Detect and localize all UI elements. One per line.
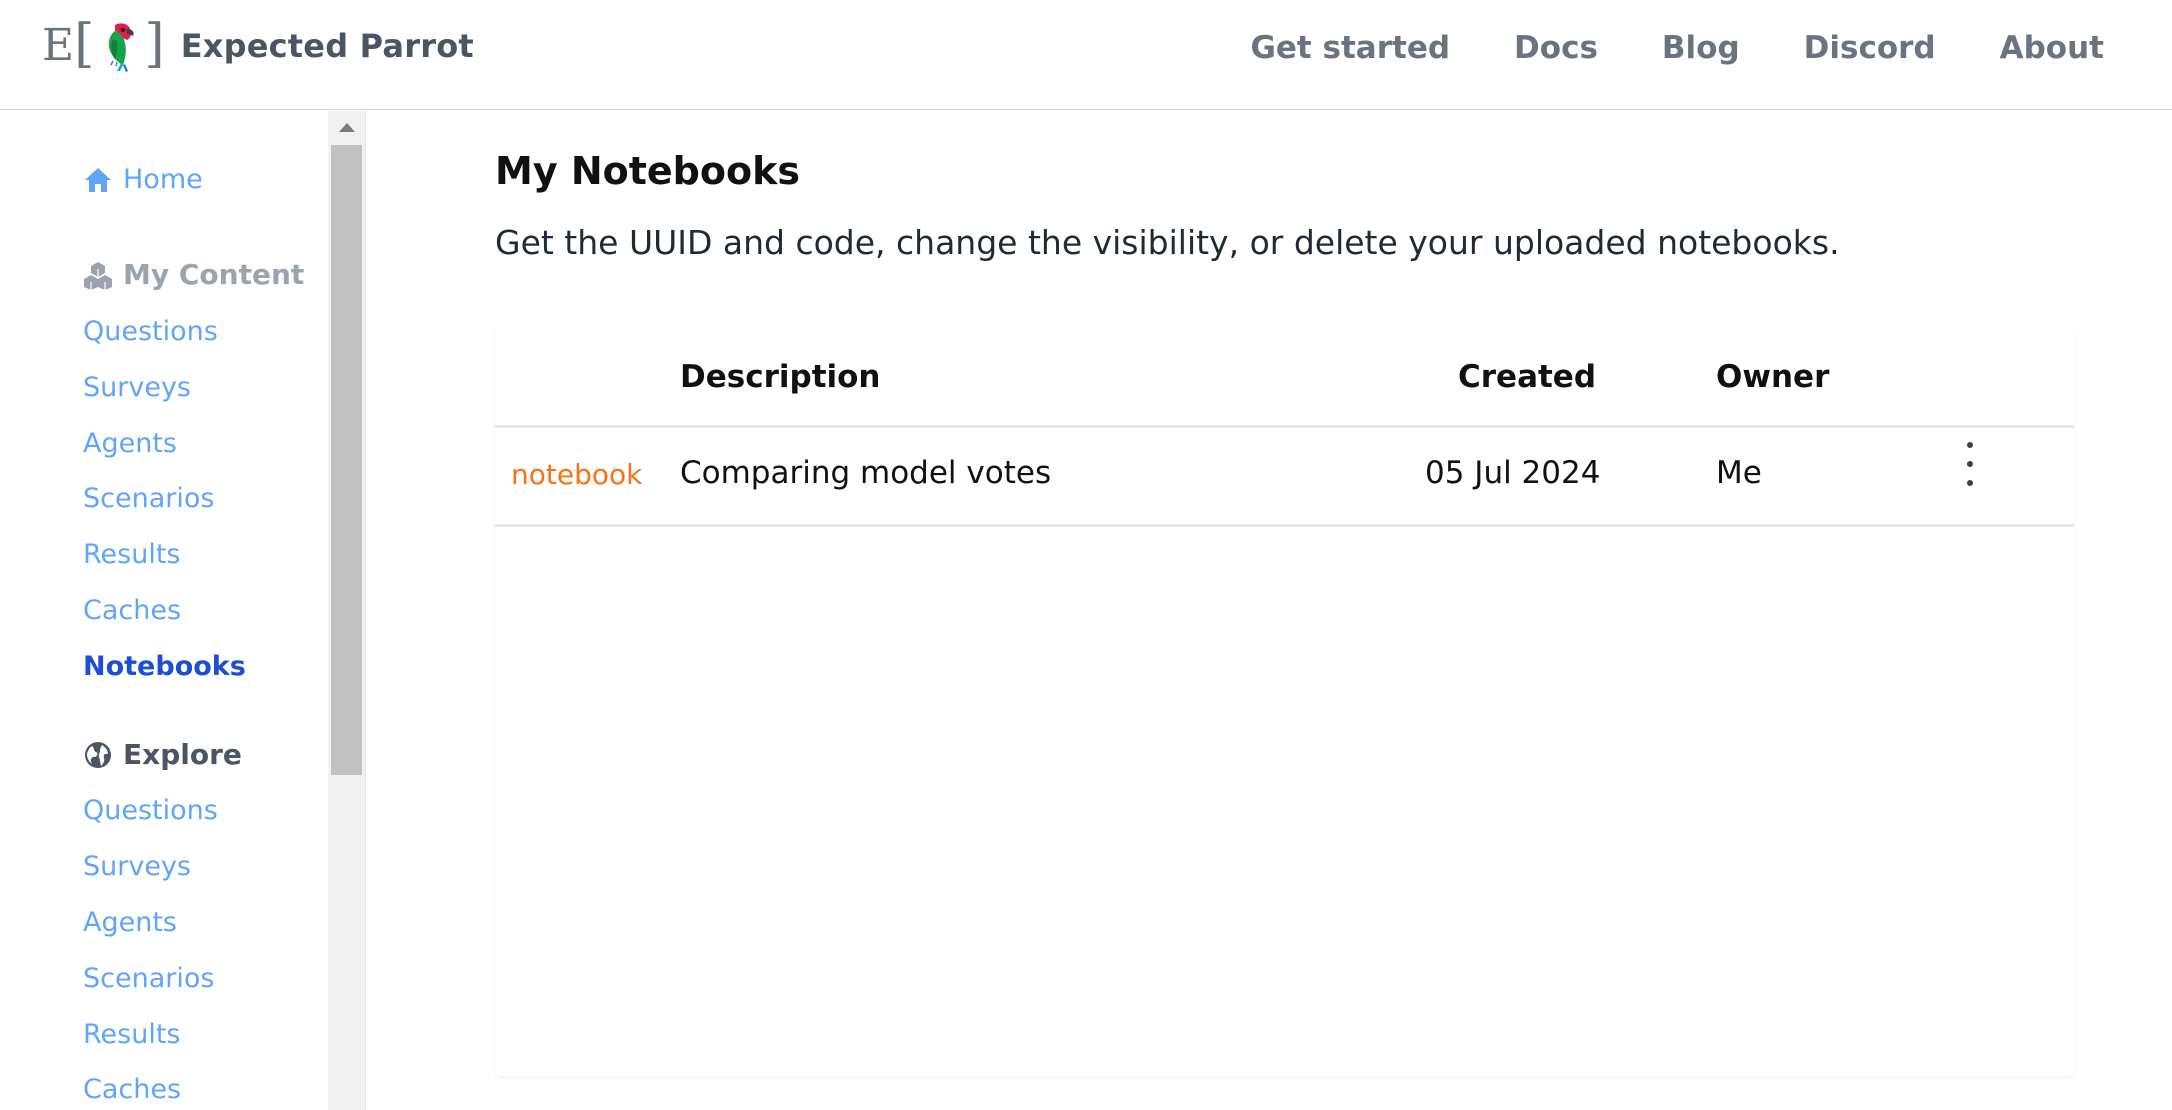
- nav-discord[interactable]: Discord: [1804, 30, 1936, 66]
- notebooks-table: Description Created Owner notebook Compa…: [495, 326, 2074, 1076]
- nav-blog[interactable]: Blog: [1662, 30, 1740, 66]
- sidebar-scrollbar[interactable]: [328, 111, 366, 1110]
- sidebar-item-my-caches[interactable]: Caches: [83, 594, 181, 628]
- column-header-created: Created: [1458, 359, 1597, 395]
- sidebar-item-my-surveys[interactable]: Surveys: [83, 371, 191, 405]
- brand-logo-link[interactable]: E [ ] Expected Parrot: [42, 18, 474, 74]
- sidebar-item-my-scenarios[interactable]: Scenarios: [83, 482, 214, 516]
- sidebar-item-label: Home: [123, 164, 203, 195]
- cubes-icon: [84, 262, 112, 290]
- logo: E [ ]: [42, 18, 165, 74]
- row-actions-kebab-icon[interactable]: [1958, 442, 1982, 486]
- sidebar-section-title: Explore: [123, 738, 242, 771]
- brand-name: Expected Parrot: [180, 27, 474, 65]
- sidebar-item-explore-surveys[interactable]: Surveys: [83, 850, 191, 884]
- page-subtitle: Get the UUID and code, change the visibi…: [495, 223, 1840, 262]
- row-description[interactable]: Comparing model votes: [680, 455, 1051, 491]
- sidebar-section-explore: Explore: [83, 738, 242, 772]
- sidebar-section-my-content: My Content: [83, 258, 304, 292]
- main-content: My Notebooks Get the UUID and code, chan…: [366, 111, 2172, 1110]
- scroll-up-arrow-icon[interactable]: [339, 123, 355, 132]
- globe-icon: [85, 742, 111, 768]
- nav-docs[interactable]: Docs: [1514, 30, 1598, 66]
- column-header-description: Description: [680, 359, 881, 395]
- table-header-divider: [495, 425, 2074, 428]
- logo-letter: E: [42, 20, 75, 71]
- logo-bracket-left: [: [74, 14, 95, 74]
- sidebar-item-explore-scenarios[interactable]: Scenarios: [83, 962, 214, 996]
- sidebar-item-explore-caches[interactable]: Caches: [83, 1073, 181, 1107]
- sidebar: Home My Content Questions Surveys Agents…: [0, 111, 328, 1110]
- sidebar-item-explore-results[interactable]: Results: [83, 1018, 181, 1052]
- top-navbar: E [ ] Expected Parrot Get started Docs B…: [0, 0, 2172, 110]
- logo-bracket-right: ]: [144, 14, 165, 74]
- sidebar-item-my-agents[interactable]: Agents: [83, 427, 177, 461]
- nav-get-started[interactable]: Get started: [1250, 30, 1450, 66]
- scrollbar-thumb[interactable]: [331, 145, 362, 775]
- home-icon: [85, 168, 111, 192]
- sidebar-item-explore-agents[interactable]: Agents: [83, 906, 177, 940]
- sidebar-section-title: My Content: [123, 258, 305, 291]
- sidebar-item-home[interactable]: Home: [83, 163, 203, 197]
- parrot-icon: [109, 23, 135, 72]
- sidebar-item-my-notebooks[interactable]: Notebooks: [83, 650, 246, 684]
- row-owner: Me: [1716, 455, 1762, 491]
- page-title: My Notebooks: [495, 149, 800, 193]
- nav-about[interactable]: About: [2000, 30, 2104, 66]
- top-nav-links: Get started Docs Blog Discord About: [1250, 24, 2104, 72]
- sidebar-item-my-questions[interactable]: Questions: [83, 315, 218, 349]
- sidebar-item-explore-questions[interactable]: Questions: [83, 794, 218, 828]
- row-created-date: 05 Jul 2024: [1425, 455, 1601, 491]
- row-type-label[interactable]: notebook: [511, 458, 642, 491]
- table-row-divider: [495, 524, 2074, 527]
- sidebar-item-my-results[interactable]: Results: [83, 538, 181, 572]
- column-header-owner: Owner: [1716, 359, 1830, 395]
